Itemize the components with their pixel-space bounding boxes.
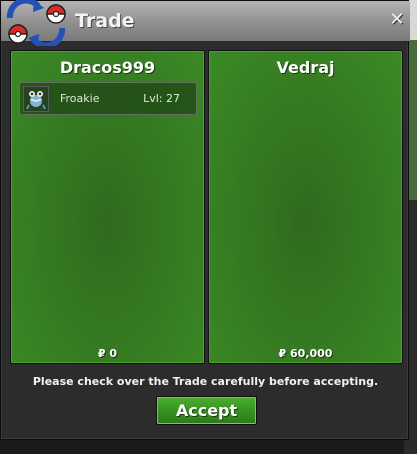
trade-notice: Please check over the Trade carefully be…: [32, 375, 379, 388]
close-button[interactable]: ✕: [386, 9, 408, 31]
froakie-icon: [23, 86, 49, 112]
trade-swap-icon: [6, 0, 66, 46]
left-money: ₽ 0: [97, 347, 118, 360]
accept-button[interactable]: Accept: [156, 396, 257, 425]
window-title: Trade: [75, 10, 135, 32]
right-trade-panel: Vedraj ₽ 60,000: [208, 50, 403, 364]
left-player-name: Dracos999: [59, 58, 156, 77]
trade-item-row[interactable]: Froakie Lvl: 27: [19, 82, 197, 115]
left-trade-panel: Dracos999 Froakie Lvl: 27 ₽ 0: [10, 50, 205, 364]
item-level: Lvl: 27: [143, 92, 180, 105]
right-money: ₽ 60,000: [278, 347, 333, 360]
trade-window: Trade ✕ Dracos999 Froakie Lvl: 27 ₽ 0 Ve…: [0, 0, 410, 440]
right-player-name: Vedraj: [276, 58, 335, 77]
item-name: Froakie: [60, 92, 100, 105]
